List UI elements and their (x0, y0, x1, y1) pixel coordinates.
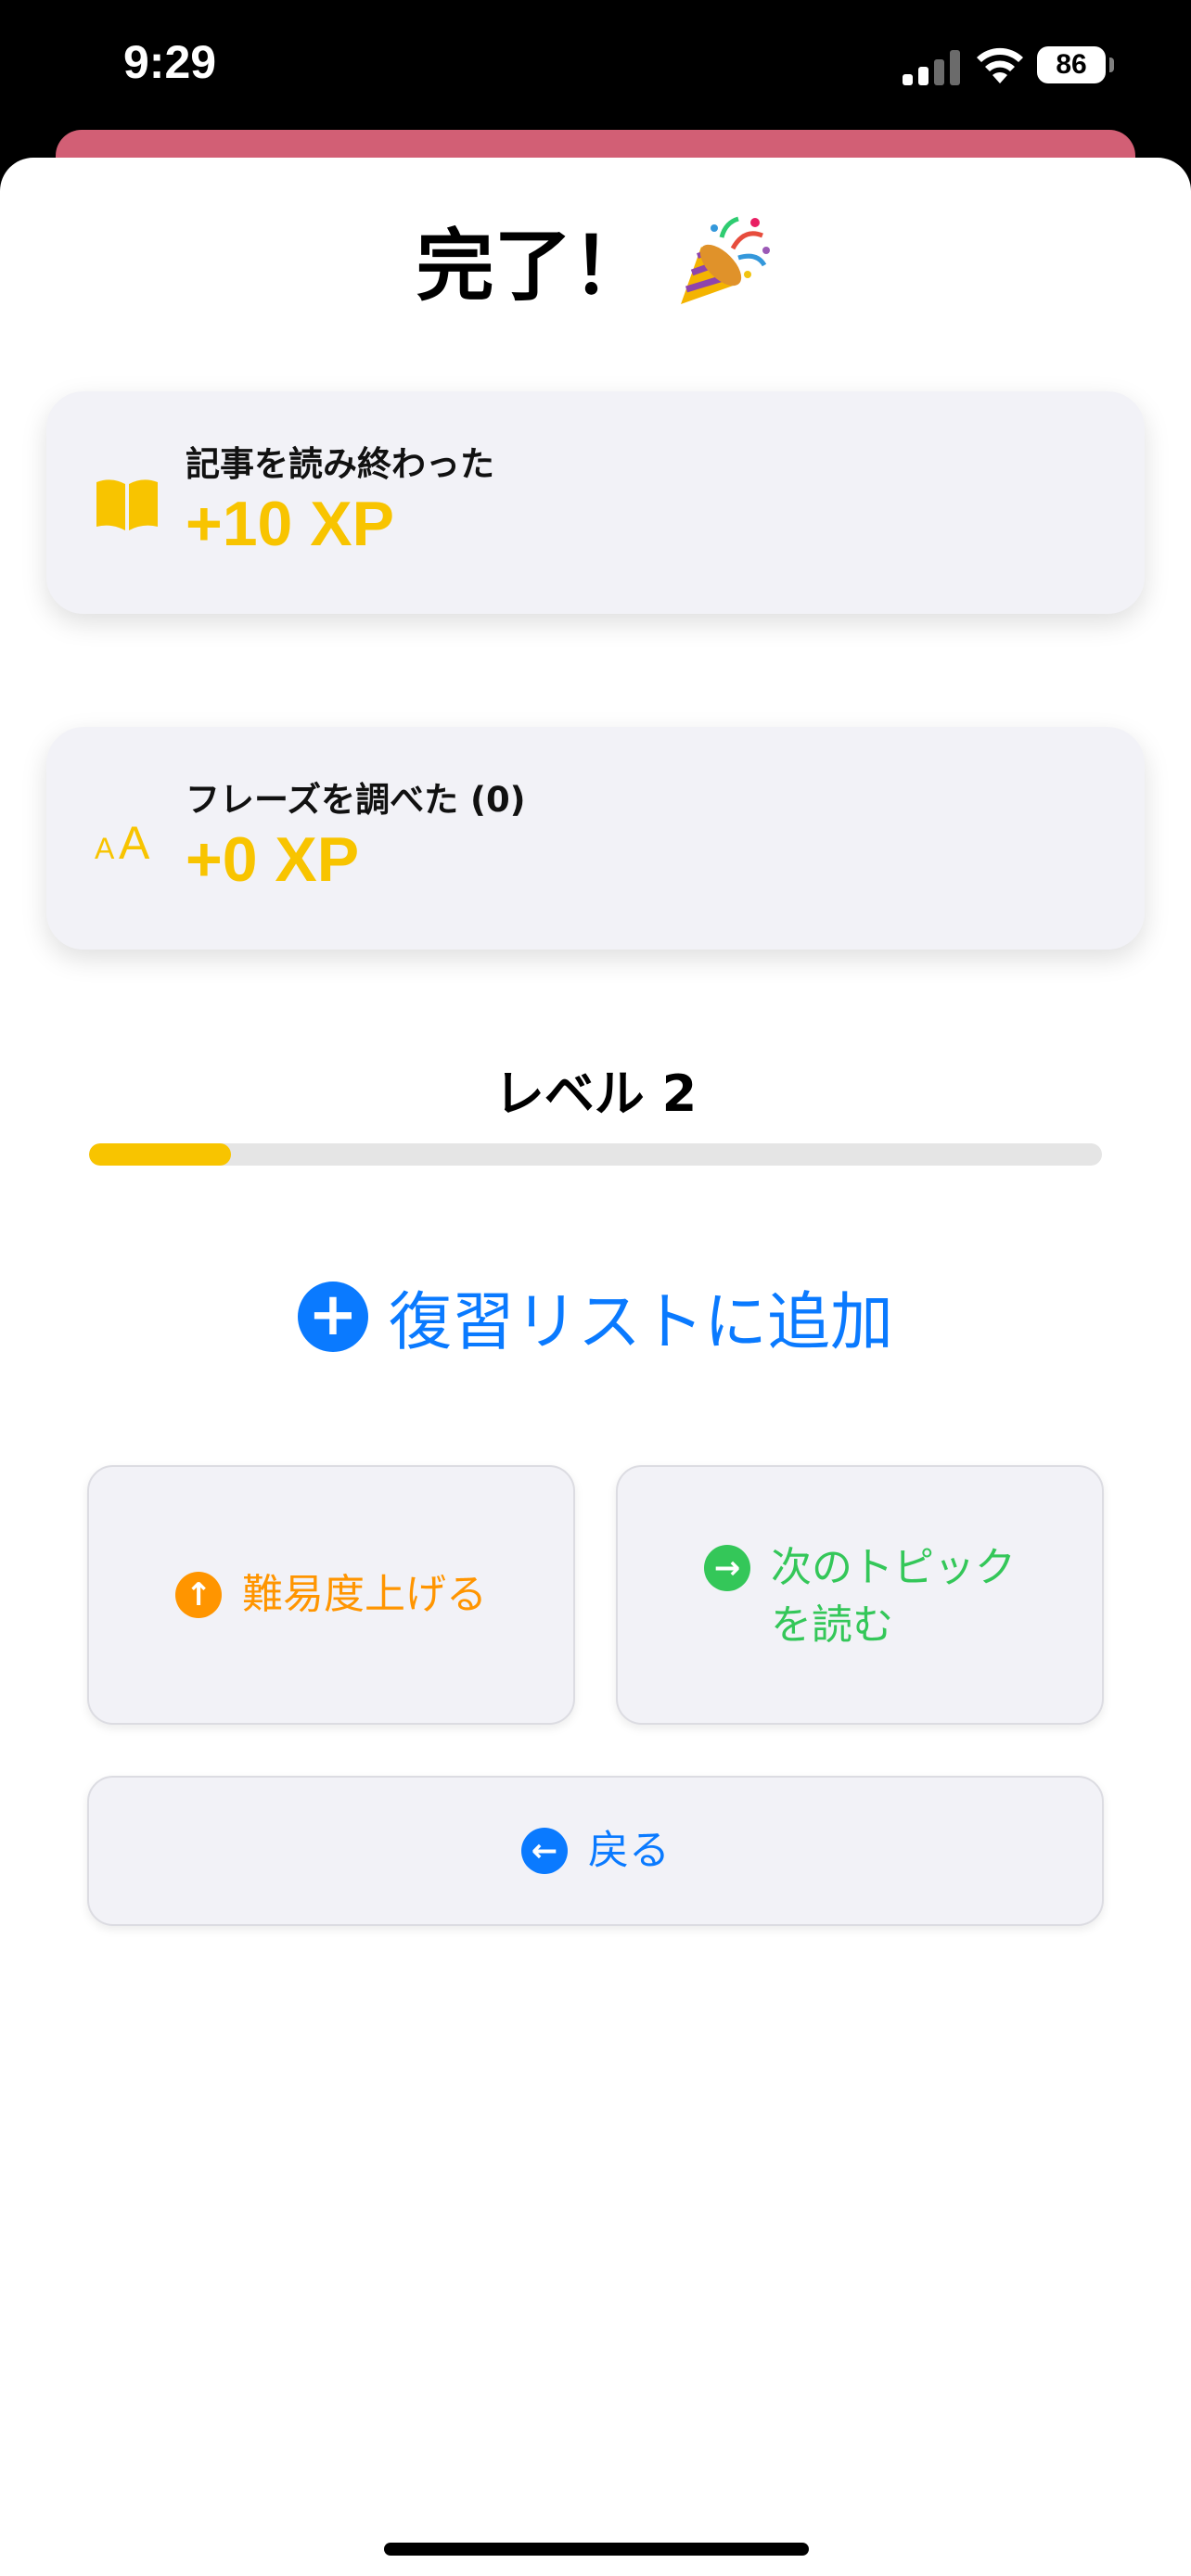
battery-level: 86 (1037, 46, 1106, 83)
completion-sheet: 完了！ 記事を読み終わった +10 XP A A フレーズを調べた (0) +0… (0, 158, 1191, 2576)
back-label: 戻る (588, 1827, 670, 1874)
wifi-icon (977, 47, 1023, 83)
arrow-left-circle-icon: ← (521, 1828, 568, 1874)
svg-text:A: A (119, 817, 150, 868)
battery-nub (1109, 57, 1114, 72)
level-progress-bar (89, 1143, 1102, 1166)
cellular-signal-icon (903, 50, 960, 85)
xp-card-phrases: A A フレーズを調べた (0) +0 XP (46, 727, 1145, 950)
svg-text:A: A (95, 832, 115, 865)
home-indicator (384, 2543, 809, 2556)
next-topic-button[interactable]: → 次のトピック を読む (616, 1465, 1104, 1725)
party-popper-icon (680, 216, 770, 304)
card-xp-value: +10 XP (186, 489, 394, 559)
level-label: レベル 2 (493, 1065, 698, 1123)
plus-circle-icon: + (297, 1281, 368, 1352)
next-topic-label-line1: 次のトピック (771, 1544, 1016, 1591)
card-label: フレーズを調べた (0) (186, 780, 526, 820)
back-button[interactable]: ← 戻る (87, 1776, 1104, 1926)
status-bar: 9:29 86 (0, 0, 1191, 139)
increase-difficulty-label: 難易度上げる (242, 1571, 487, 1618)
status-time: 9:29 (123, 36, 217, 88)
xp-card-read-article: 記事を読み終わった +10 XP (46, 391, 1145, 614)
next-topic-label-line2: を読む (771, 1601, 893, 1649)
add-to-review-label: 復習リストに追加 (388, 1286, 893, 1359)
text-size-icon: A A (95, 817, 150, 868)
book-icon (96, 479, 158, 530)
card-label: 記事を読み終わった (186, 444, 494, 484)
increase-difficulty-button[interactable]: ↑ 難易度上げる (87, 1465, 575, 1725)
arrow-up-circle-icon: ↑ (175, 1572, 222, 1618)
page-title: 完了！ (416, 221, 650, 312)
add-to-review-button[interactable]: + 復習リストに追加 (0, 1270, 1191, 1362)
arrow-right-circle-icon: → (704, 1545, 750, 1591)
level-progress-fill (89, 1143, 231, 1166)
title-row: 完了！ (0, 204, 1191, 316)
card-xp-value: +0 XP (186, 824, 360, 895)
